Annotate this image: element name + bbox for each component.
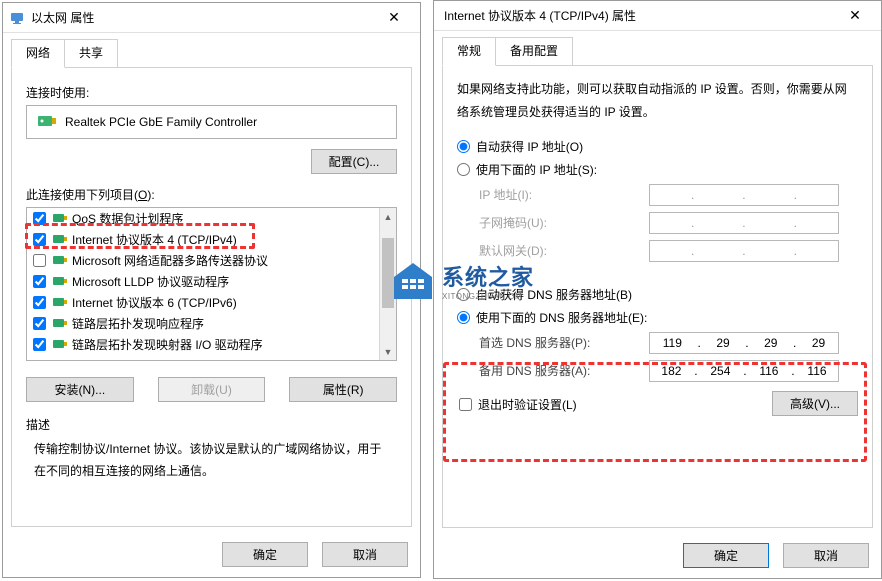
tab-general[interactable]: 常规: [442, 37, 496, 66]
ok-button[interactable]: 确定: [222, 542, 308, 567]
list-item[interactable]: Microsoft LLDP 协议驱动程序: [27, 271, 396, 292]
subnet-mask-row: 子网掩码(U): ...: [479, 212, 858, 234]
radio-dns-manual[interactable]: 使用下面的 DNS 服务器地址(E):: [457, 309, 858, 326]
cancel-button[interactable]: 取消: [322, 542, 408, 567]
list-item-checkbox[interactable]: [33, 338, 46, 351]
radio-dns-auto[interactable]: 自动获得 DNS 服务器地址(B): [457, 286, 858, 303]
ip-address-row: IP 地址(I): ...: [479, 184, 858, 206]
scroll-up-icon[interactable]: ▲: [380, 208, 396, 225]
intro-text: 如果网络支持此功能，则可以获取自动指派的 IP 设置。否则，你需要从网络系统管理…: [457, 78, 858, 124]
list-item-label: Microsoft LLDP 协议驱动程序: [72, 273, 229, 290]
description-body: 传输控制协议/Internet 协议。该协议是默认的广域网络协议，用于在不同的相…: [26, 439, 397, 482]
ip-address-input: ...: [649, 184, 839, 206]
dns-alternate-row: 备用 DNS 服务器(A): 182. 254. 116. 116: [479, 360, 858, 382]
list-item-checkbox[interactable]: [33, 254, 46, 267]
ok-button[interactable]: 确定: [683, 543, 769, 568]
protocol-icon: [52, 233, 68, 247]
list-item[interactable]: 链路层拓扑发现响应程序: [27, 313, 396, 334]
dialog-footer: 确定 取消: [3, 534, 420, 577]
uninstall-button: 卸载(U): [158, 377, 266, 402]
tab-share[interactable]: 共享: [64, 39, 118, 68]
validate-label: 退出时验证设置(L): [478, 396, 577, 413]
gateway-input: ...: [649, 240, 839, 262]
scrollbar[interactable]: ▲ ▼: [379, 208, 396, 360]
ipv4-properties-dialog: Internet 协议版本 4 (TCP/IPv4) 属性 ✕ 常规 备用配置 …: [433, 0, 882, 579]
close-icon[interactable]: ✕: [374, 7, 414, 29]
radio-dns-auto-label: 自动获得 DNS 服务器地址(B): [476, 286, 632, 303]
uses-items-label: 此连接使用下列项目(O):: [26, 186, 397, 203]
adapter-box[interactable]: Realtek PCIe GbE Family Controller: [26, 105, 397, 139]
protocol-icon: [52, 317, 68, 331]
ip-address-label: IP 地址(I):: [479, 186, 649, 203]
protocol-icon: [52, 275, 68, 289]
radio-ip-manual[interactable]: 使用下面的 IP 地址(S):: [457, 161, 858, 178]
protocol-icon: [52, 296, 68, 310]
radio-dns-manual-input[interactable]: [457, 311, 470, 324]
list-item-label: Internet 协议版本 6 (TCP/IPv6): [72, 294, 237, 311]
description-title: 描述: [26, 416, 397, 433]
radio-ip-manual-label: 使用下面的 IP 地址(S):: [476, 161, 597, 178]
radio-dns-auto-input[interactable]: [457, 288, 470, 301]
validate-checkbox[interactable]: [459, 398, 472, 411]
scroll-down-icon[interactable]: ▼: [380, 343, 396, 360]
titlebar[interactable]: 以太网 属性 ✕: [3, 3, 420, 33]
cancel-button[interactable]: 取消: [783, 543, 869, 568]
configure-button[interactable]: 配置(C)...: [311, 149, 397, 174]
dialog-title: 以太网 属性: [31, 9, 374, 26]
list-item-checkbox[interactable]: [33, 317, 46, 330]
components-listbox[interactable]: QoS 数据包计划程序 Internet 协议版本 4 (TCP/IPv4) Mic…: [26, 207, 397, 361]
tab-network[interactable]: 网络: [11, 39, 65, 68]
radio-ip-manual-input[interactable]: [457, 163, 470, 176]
ethernet-icon: [9, 10, 25, 26]
tabstrip: 常规 备用配置: [434, 31, 881, 66]
gateway-label: 默认网关(D):: [479, 242, 649, 259]
gateway-row: 默认网关(D): ...: [479, 240, 858, 262]
dns-alternate-label: 备用 DNS 服务器(A):: [479, 362, 649, 379]
tab-panel-network: 连接时使用: Realtek PCIe GbE Family Controlle…: [11, 67, 412, 527]
list-item-label: Microsoft 网络适配器多路传送器协议: [72, 252, 268, 269]
tabstrip: 网络 共享: [3, 33, 420, 68]
connect-using-label: 连接时使用:: [26, 84, 397, 101]
radio-ip-auto-label: 自动获得 IP 地址(O): [476, 138, 583, 155]
protocol-icon: [52, 338, 68, 352]
advanced-button[interactable]: 高级(V)...: [772, 391, 858, 416]
list-item-label: QoS 数据包计划程序: [72, 210, 183, 227]
dns-preferred-label: 首选 DNS 服务器(P):: [479, 334, 649, 351]
list-item-checkbox[interactable]: [33, 233, 46, 246]
list-item-label: 链路层拓扑发现映射器 I/O 驱动程序: [72, 336, 263, 353]
list-item-label: 链路层拓扑发现响应程序: [72, 315, 204, 332]
list-item-label: Internet 协议版本 4 (TCP/IPv4): [72, 231, 237, 248]
dns-preferred-input[interactable]: 119. 29. 29. 29: [649, 332, 839, 354]
dns-alternate-input[interactable]: 182. 254. 116. 116: [649, 360, 839, 382]
adapter-name: Realtek PCIe GbE Family Controller: [65, 115, 257, 129]
radio-ip-auto[interactable]: 自动获得 IP 地址(O): [457, 138, 858, 155]
properties-button[interactable]: 属性(R): [289, 377, 397, 402]
radio-dns-manual-label: 使用下面的 DNS 服务器地址(E):: [476, 309, 647, 326]
list-item[interactable]: QoS 数据包计划程序: [27, 208, 396, 229]
nic-icon: [37, 114, 57, 130]
dns-preferred-row: 首选 DNS 服务器(P): 119. 29. 29. 29: [479, 332, 858, 354]
install-button[interactable]: 安装(N)...: [26, 377, 134, 402]
titlebar[interactable]: Internet 协议版本 4 (TCP/IPv4) 属性 ✕: [434, 1, 881, 31]
tab-panel-general: 如果网络支持此功能，则可以获取自动指派的 IP 设置。否则，你需要从网络系统管理…: [442, 65, 873, 528]
list-item-checkbox[interactable]: [33, 275, 46, 288]
subnet-mask-input: ...: [649, 212, 839, 234]
list-item-checkbox[interactable]: [33, 212, 46, 225]
subnet-mask-label: 子网掩码(U):: [479, 214, 649, 231]
close-icon[interactable]: ✕: [835, 5, 875, 27]
list-item[interactable]: Internet 协议版本 6 (TCP/IPv6): [27, 292, 396, 313]
protocol-icon: [52, 212, 68, 226]
dialog-footer: 确定 取消: [434, 535, 881, 578]
list-item[interactable]: Microsoft 网络适配器多路传送器协议: [27, 250, 396, 271]
list-item[interactable]: Internet 协议版本 4 (TCP/IPv4): [27, 229, 396, 250]
ethernet-properties-dialog: 以太网 属性 ✕ 网络 共享 连接时使用: Realtek PCIe GbE F…: [2, 2, 421, 578]
scroll-thumb[interactable]: [382, 238, 394, 308]
list-item[interactable]: 链路层拓扑发现映射器 I/O 驱动程序: [27, 334, 396, 355]
list-item-checkbox[interactable]: [33, 296, 46, 309]
tab-alternate[interactable]: 备用配置: [495, 37, 573, 66]
radio-ip-auto-input[interactable]: [457, 140, 470, 153]
dialog-title: Internet 协议版本 4 (TCP/IPv4) 属性: [440, 7, 835, 24]
protocol-icon: [52, 254, 68, 268]
